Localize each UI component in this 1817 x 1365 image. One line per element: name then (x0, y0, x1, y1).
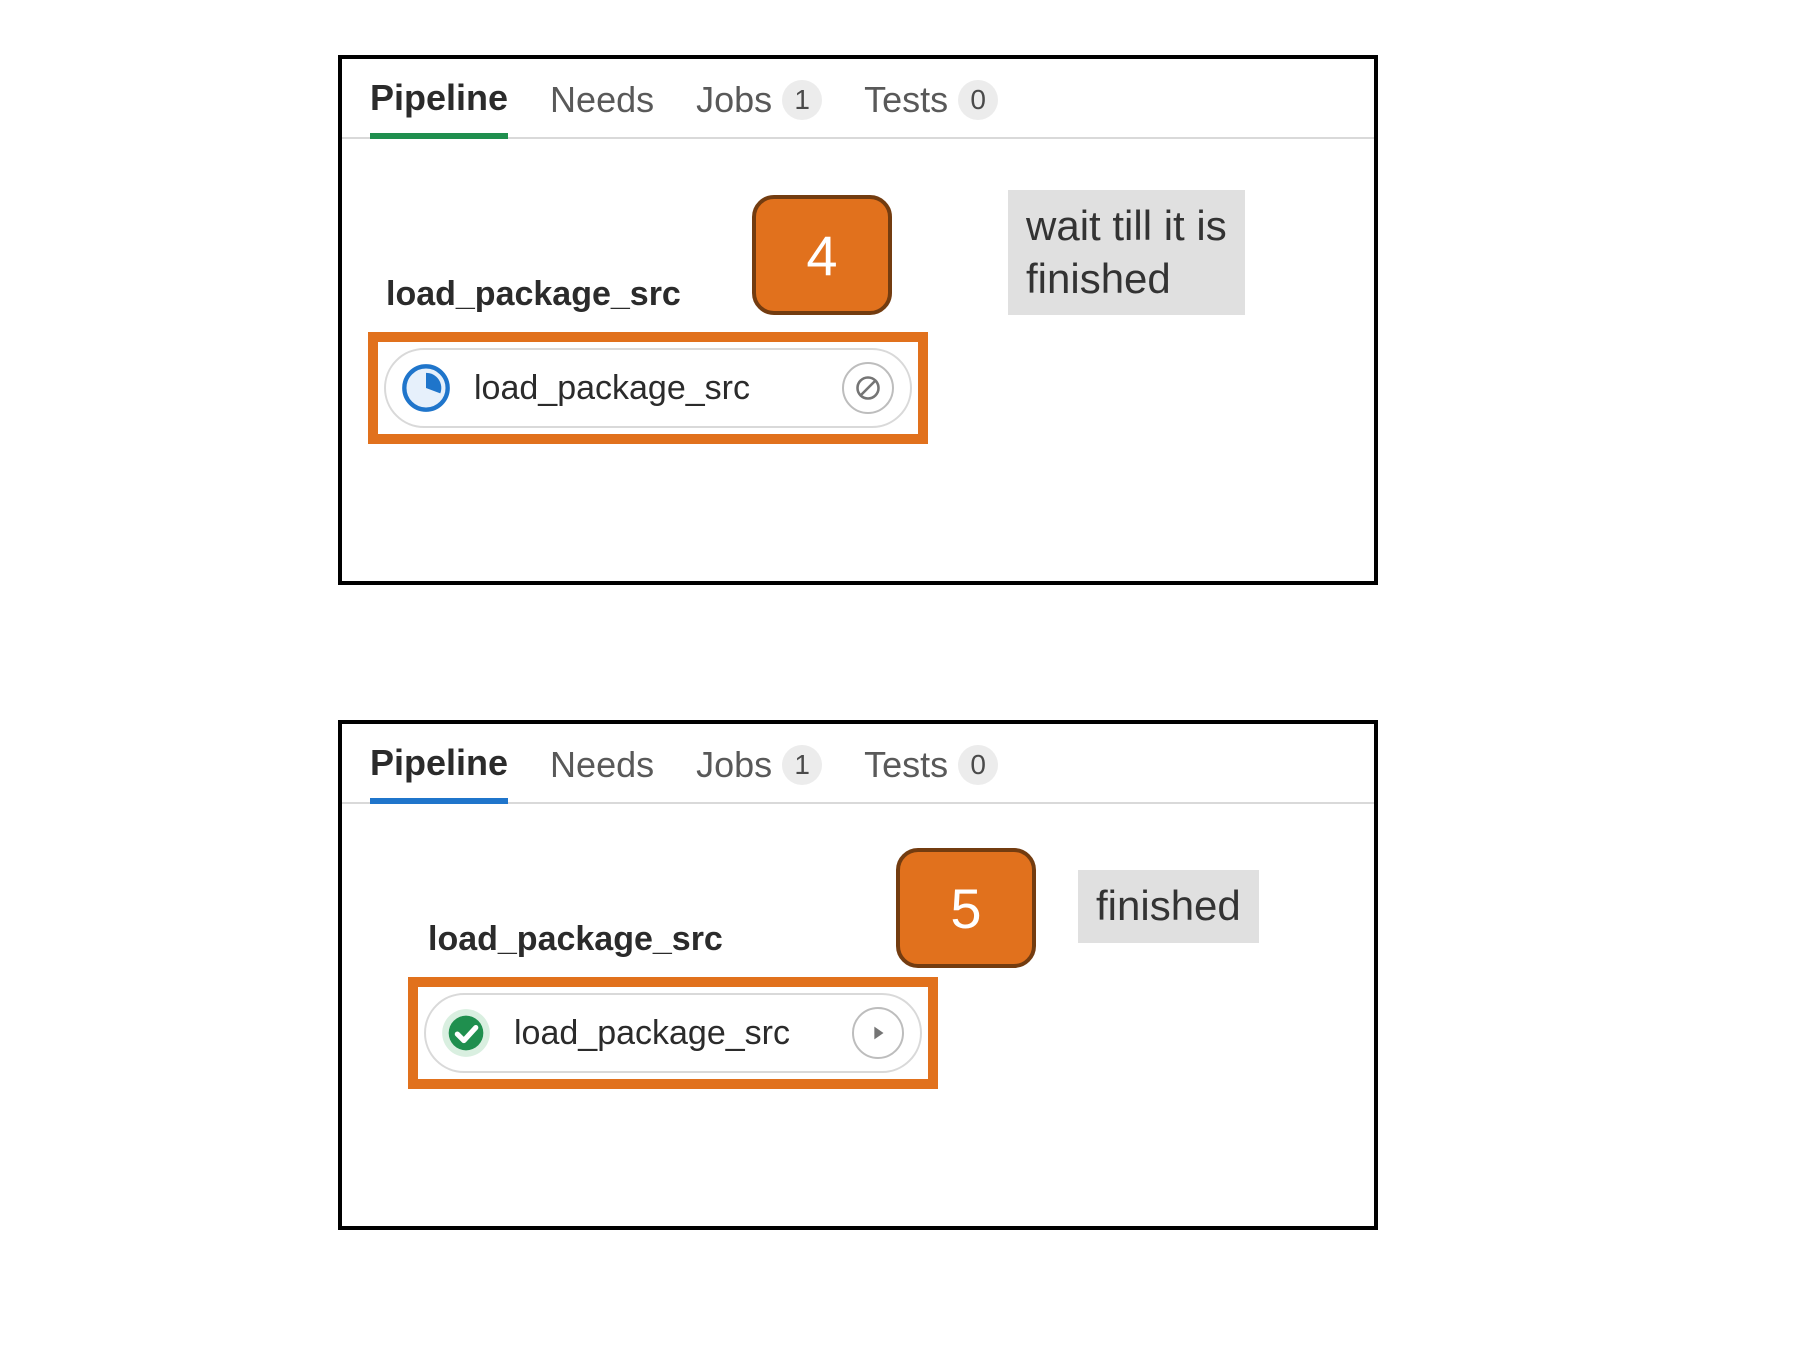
tab-label: Pipeline (370, 742, 508, 784)
tab-label: Pipeline (370, 77, 508, 119)
tab-jobs[interactable]: Jobs1 (696, 79, 822, 135)
status-running-icon (400, 362, 452, 414)
tab-bar: Pipeline Needs Jobs1 Tests0 (342, 59, 1374, 139)
step-number: 5 (950, 876, 981, 941)
badge-count: 1 (782, 745, 822, 785)
job-pill[interactable]: load_package_src (384, 348, 912, 428)
job-name: load_package_src (474, 369, 820, 408)
callout-text: wait till it is finished (1026, 202, 1227, 302)
tab-pipeline[interactable]: Pipeline (370, 742, 508, 804)
step-marker: 4 (752, 195, 892, 315)
tab-label: Jobs (696, 79, 772, 121)
tab-label: Needs (550, 79, 654, 121)
job-name: load_package_src (514, 1014, 830, 1053)
tab-label: Needs (550, 744, 654, 786)
pipeline-panel-finished: Pipeline Needs Jobs1 Tests0 load_package… (338, 720, 1378, 1230)
step-number: 4 (806, 223, 837, 288)
pipeline-panel-running: Pipeline Needs Jobs1 Tests0 load_package… (338, 55, 1378, 585)
tab-needs[interactable]: Needs (550, 744, 654, 800)
tab-label: Jobs (696, 744, 772, 786)
tab-tests[interactable]: Tests0 (864, 744, 998, 800)
tab-bar: Pipeline Needs Jobs1 Tests0 (342, 724, 1374, 804)
callout: finished (1078, 870, 1259, 943)
tab-pipeline[interactable]: Pipeline (370, 77, 508, 139)
tab-tests[interactable]: Tests0 (864, 79, 998, 135)
highlight-box: load_package_src (368, 332, 928, 444)
stage-area: load_package_src load_package_src (342, 804, 1374, 1117)
tab-label: Tests (864, 744, 948, 786)
tab-jobs[interactable]: Jobs1 (696, 744, 822, 800)
callout: wait till it is finished (1008, 190, 1245, 315)
callout-text: finished (1096, 882, 1241, 929)
highlight-box: load_package_src (408, 977, 938, 1089)
tab-needs[interactable]: Needs (550, 79, 654, 135)
badge-count: 0 (958, 745, 998, 785)
badge-count: 1 (782, 80, 822, 120)
tab-label: Tests (864, 79, 948, 121)
retry-job-button[interactable] (852, 1007, 904, 1059)
cancel-job-button[interactable] (842, 362, 894, 414)
status-passed-icon (440, 1007, 492, 1059)
badge-count: 0 (958, 80, 998, 120)
job-pill[interactable]: load_package_src (424, 993, 922, 1073)
step-marker: 5 (896, 848, 1036, 968)
